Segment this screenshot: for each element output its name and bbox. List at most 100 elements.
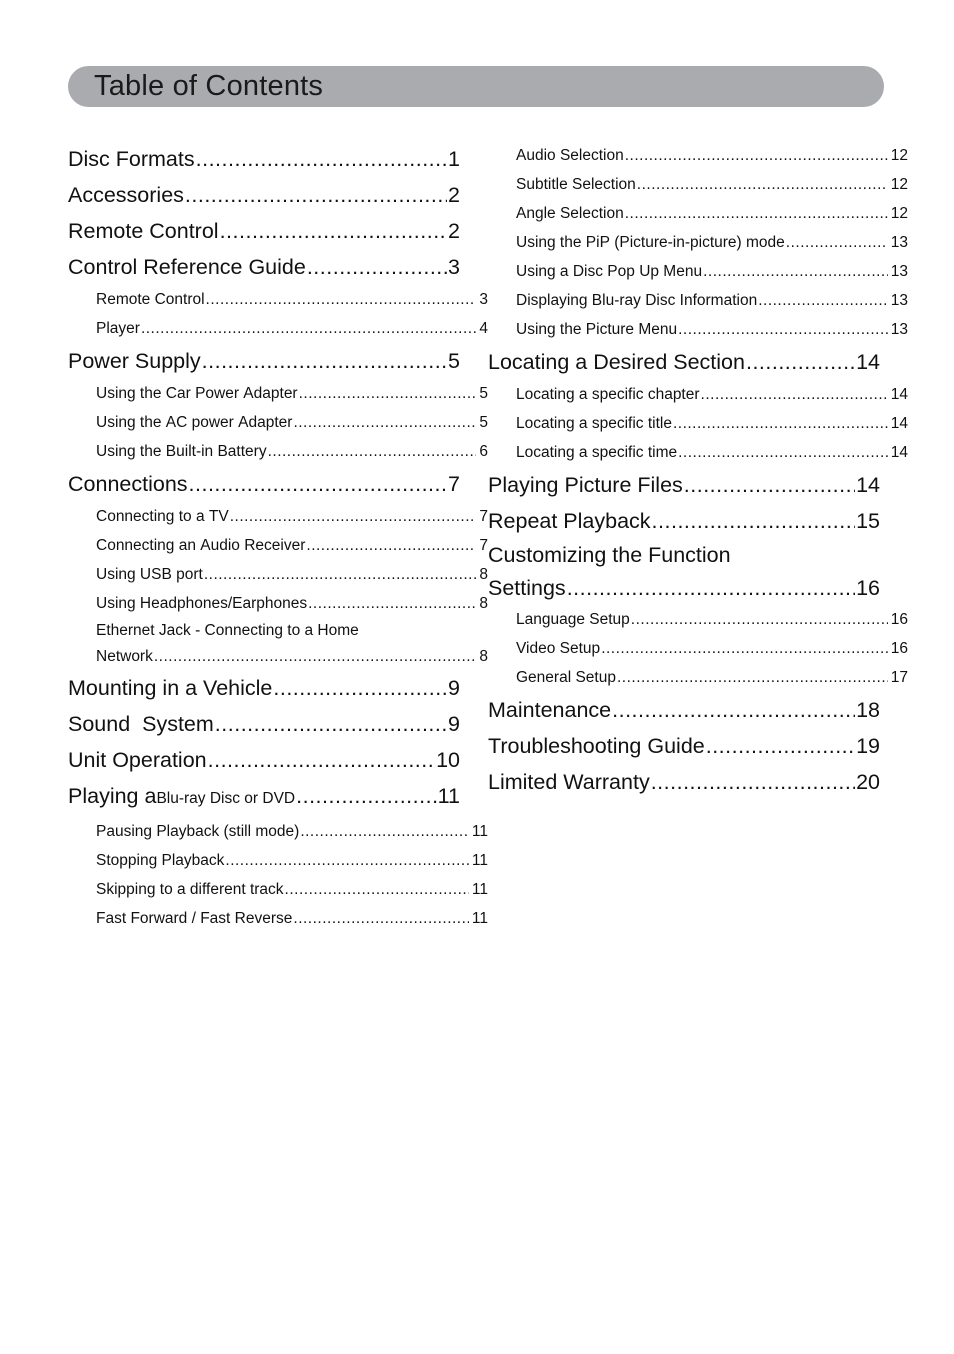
toc-entry-continuation[interactable]: Settings 16 bbox=[488, 572, 880, 605]
toc-entry[interactable]: General Setup 17 bbox=[488, 663, 908, 692]
toc-dot-leader bbox=[684, 467, 855, 503]
toc-dot-leader bbox=[617, 663, 888, 692]
toc-page-number: 11 bbox=[471, 910, 488, 927]
toc-entry[interactable]: Control Reference Guide 3 bbox=[68, 249, 460, 285]
toc-entry[interactable]: Pausing Playback (still mode) 11 bbox=[68, 817, 488, 846]
toc-entry-label: Using the AC power Adapter bbox=[96, 414, 293, 431]
toc-entry-label: Skipping to a different track bbox=[96, 881, 284, 898]
toc-entry[interactable]: Using the Built-in Battery 6 bbox=[68, 437, 488, 466]
toc-entry[interactable]: Using the Car Power Adapter 5 bbox=[68, 379, 488, 408]
toc-entry[interactable]: Remote Control 2 bbox=[68, 213, 460, 249]
toc-entry[interactable]: Sound System 9 bbox=[68, 706, 460, 742]
toc-entry[interactable]: Using Headphones/Earphones 8 bbox=[68, 589, 488, 618]
toc-dot-leader bbox=[206, 285, 477, 314]
toc-entry[interactable]: Troubleshooting Guide 19 bbox=[488, 728, 880, 764]
toc-entry[interactable]: Connections 7 bbox=[68, 466, 460, 502]
toc-dot-leader bbox=[601, 634, 888, 663]
toc-entry-label: Language Setup bbox=[516, 611, 630, 628]
toc-page-number: 11 bbox=[471, 852, 488, 869]
toc-page-number: 10 bbox=[436, 748, 460, 772]
toc-entry-label: Sound System bbox=[68, 712, 214, 736]
toc-entry[interactable]: Connecting to a TV 7 bbox=[68, 502, 488, 531]
toc-entry[interactable]: Angle Selection 12 bbox=[488, 199, 908, 228]
toc-entry[interactable]: Locating a specific time 14 bbox=[488, 438, 908, 467]
toc-entry[interactable]: Video Setup 16 bbox=[488, 634, 908, 663]
toc-entry[interactable]: Limited Warranty 20 bbox=[488, 764, 880, 800]
toc-page-number: 16 bbox=[856, 576, 880, 600]
toc-dot-leader bbox=[154, 644, 477, 670]
toc-entry-label: Displaying Blu-ray Disc Information bbox=[516, 292, 758, 309]
toc-page-number: 17 bbox=[890, 669, 908, 686]
toc-page-number: 12 bbox=[890, 147, 908, 164]
toc-page-number: 5 bbox=[479, 385, 488, 402]
toc-entry[interactable]: Maintenance 18 bbox=[488, 692, 880, 728]
toc-entry[interactable]: Audio Selection 12 bbox=[488, 141, 908, 170]
toc-entry[interactable]: Accessories 2 bbox=[68, 177, 460, 213]
toc-entry[interactable]: Disc Formats 1 bbox=[68, 141, 460, 177]
toc-dot-leader bbox=[625, 199, 888, 228]
toc-entry[interactable]: Customizing the Function bbox=[488, 539, 880, 572]
toc-page-number: 11 bbox=[437, 784, 460, 808]
toc-page-number: 12 bbox=[890, 205, 908, 222]
toc-entry-continuation[interactable]: Network 8 bbox=[68, 644, 488, 670]
toc-entry-label: Playing a bbox=[68, 784, 157, 808]
toc-entry-label: Remote Control bbox=[96, 291, 205, 308]
toc-entry-label-secondary: Blu-ray Disc or DVD bbox=[156, 790, 296, 807]
toc-entry[interactable]: Playing Picture Files 14 bbox=[488, 467, 880, 503]
toc-entry-label: Stopping Playback bbox=[96, 852, 225, 869]
toc-entry-label: Player bbox=[96, 320, 140, 337]
toc-dot-leader bbox=[308, 589, 476, 618]
toc-entry-label: Connections bbox=[68, 472, 188, 496]
toc-entry[interactable]: Locating a specific title 14 bbox=[488, 409, 908, 438]
toc-entry[interactable]: Locating a specific chapter 14 bbox=[488, 380, 908, 409]
toc-dot-leader bbox=[567, 572, 855, 605]
toc-entry[interactable]: Connecting an Audio Receiver 7 bbox=[68, 531, 488, 560]
toc-page-number: 5 bbox=[479, 414, 488, 431]
toc-entry[interactable]: Power Supply 5 bbox=[68, 343, 460, 379]
toc-entry-label: Unit Operation bbox=[68, 748, 207, 772]
toc-entry[interactable]: Unit Operation 10 bbox=[68, 742, 460, 778]
toc-entry-label: Video Setup bbox=[516, 640, 601, 657]
toc-dot-leader bbox=[185, 177, 447, 213]
toc-entry[interactable]: Ethernet Jack - Connecting to a Home bbox=[68, 618, 488, 644]
toc-page-number: 12 bbox=[890, 176, 908, 193]
toc-entry[interactable]: Playing a Blu-ray Disc or DVD 11 bbox=[68, 778, 460, 817]
toc-dot-leader bbox=[293, 408, 476, 437]
toc-entry[interactable]: Using a Disc Pop Up Menu 13 bbox=[488, 257, 908, 286]
toc-page: Table of Contents Disc Formats 1 Accessori… bbox=[0, 0, 954, 1354]
toc-entry-label: Using the PiP (Picture-in-picture) mode bbox=[516, 234, 785, 251]
toc-entry[interactable]: Using USB port 8 bbox=[68, 560, 488, 589]
toc-page-number: 18 bbox=[856, 698, 880, 722]
toc-entry-label: Repeat Playback bbox=[488, 509, 651, 533]
toc-entry[interactable]: Using the Picture Menu 13 bbox=[488, 315, 908, 344]
toc-page-number: 13 bbox=[890, 234, 908, 251]
toc-entry[interactable]: Using the AC power Adapter 5 bbox=[68, 408, 488, 437]
toc-dot-leader bbox=[215, 706, 447, 742]
toc-entry[interactable]: Stopping Playback 11 bbox=[68, 846, 488, 875]
toc-entry-label: Locating a specific chapter bbox=[516, 386, 700, 403]
toc-page-number: 15 bbox=[856, 509, 880, 533]
toc-entry[interactable]: Mounting in a Vehicle 9 bbox=[68, 670, 460, 706]
toc-entry-label: Ethernet Jack - Connecting to a Home bbox=[96, 622, 359, 639]
toc-entry[interactable]: Subtitle Selection 12 bbox=[488, 170, 908, 199]
toc-entry-label: Connecting an Audio Receiver bbox=[96, 537, 306, 554]
toc-entry[interactable]: Locating a Desired Section 14 bbox=[488, 344, 880, 380]
toc-page-number: 1 bbox=[448, 147, 460, 171]
toc-entry-label: Fast Forward / Fast Reverse bbox=[96, 910, 293, 927]
toc-entry[interactable]: Remote Control 3 bbox=[68, 285, 488, 314]
toc-page-number: 4 bbox=[479, 320, 488, 337]
toc-entry[interactable]: Skipping to a different track 11 bbox=[68, 875, 488, 904]
toc-dot-leader bbox=[208, 742, 435, 778]
toc-dot-leader bbox=[706, 728, 855, 764]
toc-dot-leader bbox=[678, 315, 888, 344]
toc-entry[interactable]: Displaying Blu-ray Disc Information 13 bbox=[488, 286, 908, 315]
toc-entry[interactable]: Player 4 bbox=[68, 314, 488, 343]
toc-entry[interactable]: Repeat Playback 15 bbox=[488, 503, 880, 539]
toc-entry[interactable]: Fast Forward / Fast Reverse 11 bbox=[68, 904, 488, 933]
toc-page-number: 9 bbox=[448, 676, 460, 700]
toc-page-number: 6 bbox=[479, 443, 488, 460]
toc-entry[interactable]: Using the PiP (Picture-in-picture) mode 1… bbox=[488, 228, 908, 257]
toc-entry-label: Troubleshooting Guide bbox=[488, 734, 705, 758]
toc-entry-label: Maintenance bbox=[488, 698, 612, 722]
toc-entry[interactable]: Language Setup 16 bbox=[488, 605, 908, 634]
